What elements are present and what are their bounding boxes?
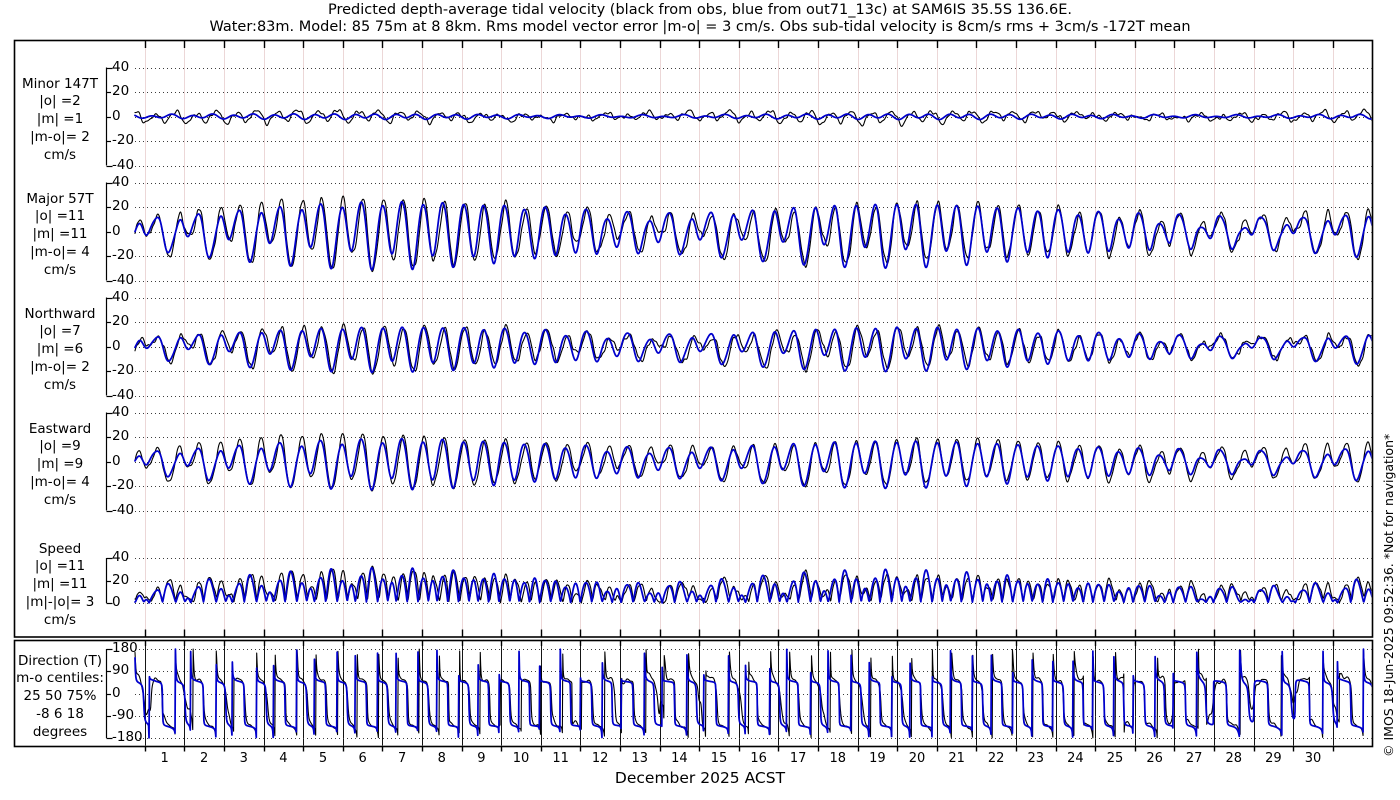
panel-label-line: |m| =6 bbox=[36, 341, 84, 358]
day-tick-label: 27 bbox=[1185, 751, 1203, 766]
day-tick-label: 6 bbox=[358, 751, 367, 766]
ytick-label-north: -20 bbox=[112, 362, 135, 378]
panel-label-line: cm/s bbox=[43, 376, 77, 393]
panel-label-line: |o| =2 bbox=[39, 93, 81, 110]
panel-label-line: degrees bbox=[32, 723, 88, 740]
panel-label-line: m-o centiles: bbox=[16, 670, 104, 687]
ytick-label-speed: 40 bbox=[112, 549, 130, 565]
imos-watermark: © IMOS 18-Jun-2025 09:52:36. *Not for na… bbox=[1381, 433, 1396, 757]
day-tick-label: 12 bbox=[591, 751, 609, 766]
day-tick-label: 8 bbox=[437, 751, 446, 766]
panel-label-line: |m| =1 bbox=[36, 111, 84, 128]
ytick-label-major: -20 bbox=[112, 247, 135, 263]
panel-label-line: Northward bbox=[24, 305, 96, 322]
tidal-velocity-figure: Predicted depth-average tidal velocity (… bbox=[0, 0, 1400, 800]
panel-label-line: |o| =9 bbox=[39, 438, 81, 455]
panel-label-minor: Minor 147T |o| =2 |m| =1 |m-o|= 2 cm/s bbox=[13, 76, 107, 165]
day-tick-label: 5 bbox=[318, 751, 328, 766]
panel-label-line: Speed bbox=[38, 540, 82, 557]
day-tick-label: 29 bbox=[1265, 751, 1282, 766]
ytick-label-east: -40 bbox=[112, 501, 135, 518]
panel-label-line: |m| =9 bbox=[36, 456, 84, 473]
day-tick-label: 26 bbox=[1146, 751, 1163, 766]
day-tick-label: 2 bbox=[200, 751, 209, 766]
day-tick-label: 30 bbox=[1304, 751, 1322, 766]
day-tick-label: 17 bbox=[789, 751, 807, 766]
ytick-label-east: -20 bbox=[112, 477, 135, 493]
day-tick-label: 16 bbox=[750, 751, 767, 766]
ytick-label-minor: 20 bbox=[112, 83, 130, 99]
panel-label-line: |m-o|= 4 bbox=[30, 473, 90, 490]
panel-label-line: Direction (T) bbox=[17, 652, 103, 669]
day-tick-label: 20 bbox=[908, 751, 926, 766]
day-tick-label: 24 bbox=[1067, 751, 1084, 766]
ytick-label-minor: -20 bbox=[112, 132, 135, 148]
panel-label-line: Eastward bbox=[28, 420, 92, 437]
panel-label-line: |o| =11 bbox=[34, 558, 86, 575]
tidal-plot-canvas bbox=[0, 0, 1400, 800]
ytick-label-direction: 180 bbox=[112, 640, 138, 656]
day-tick-label: 7 bbox=[398, 751, 407, 766]
ytick-label-north: 0 bbox=[112, 337, 121, 354]
panel-label-line: |m-o|= 2 bbox=[30, 128, 90, 145]
day-tick-label: 23 bbox=[1027, 751, 1045, 766]
ytick-label-north: 20 bbox=[112, 313, 130, 329]
panel-label-line: |m|-|o|= 3 bbox=[25, 593, 95, 610]
ytick-label-direction: 90 bbox=[112, 662, 130, 679]
ytick-label-major: -40 bbox=[112, 271, 135, 288]
day-tick-label: 9 bbox=[477, 751, 486, 766]
ytick-label-direction: -180 bbox=[112, 728, 143, 745]
ytick-label-direction: 0 bbox=[112, 684, 121, 701]
ytick-label-east: 40 bbox=[112, 403, 130, 420]
panel-label-line: cm/s bbox=[43, 146, 77, 163]
panel-label-line: cm/s bbox=[43, 261, 77, 278]
panel-label-line: 25 50 75% bbox=[23, 688, 97, 705]
ytick-label-east: 0 bbox=[112, 452, 121, 469]
panel-label-direction: Direction (T) m-o centiles: 25 50 75% -8 6 … bbox=[13, 653, 107, 742]
panel-label-line: -8 6 18 bbox=[36, 705, 84, 722]
ytick-label-major: 40 bbox=[112, 173, 130, 190]
panel-label-line: Major 57T bbox=[26, 190, 94, 207]
day-tick-label: 10 bbox=[512, 751, 530, 766]
panel-label-east: Eastward |o| =9 |m| =9 |m-o|= 4 cm/s bbox=[13, 421, 107, 510]
day-tick-label: 22 bbox=[987, 751, 1005, 766]
day-tick-label: 18 bbox=[829, 751, 847, 766]
ytick-label-east: 20 bbox=[112, 428, 130, 444]
panel-label-line: |m-o|= 4 bbox=[30, 243, 90, 260]
ytick-label-major: 0 bbox=[112, 222, 121, 239]
day-tick-label: 28 bbox=[1225, 751, 1243, 766]
day-tick-label: 15 bbox=[710, 751, 728, 766]
ytick-label-north: 40 bbox=[112, 288, 130, 305]
day-tick-label: 13 bbox=[631, 751, 649, 766]
day-tick-label: 19 bbox=[869, 751, 886, 766]
panel-label-north: Northward |o| =7 |m| =6 |m-o|= 2 cm/s bbox=[13, 306, 107, 395]
day-tick-label: 3 bbox=[239, 751, 248, 766]
ytick-label-major: 20 bbox=[112, 198, 130, 214]
panel-label-line: |o| =11 bbox=[34, 208, 86, 225]
ytick-label-speed: 20 bbox=[112, 571, 130, 588]
x-axis-title: December 2025 ACST bbox=[614, 769, 786, 787]
ytick-label-speed: 0 bbox=[112, 594, 121, 610]
panel-label-line: Minor 147T bbox=[21, 75, 99, 92]
day-tick-label: 25 bbox=[1106, 751, 1124, 766]
panel-label-line: |m| =11 bbox=[32, 226, 88, 243]
panel-label-speed: Speed |o| =11 |m| =11 |m|-|o|= 3 cm/s bbox=[13, 541, 107, 630]
ytick-label-minor: 40 bbox=[112, 58, 130, 75]
day-tick-label: 4 bbox=[279, 751, 288, 766]
day-tick-label: 21 bbox=[948, 751, 965, 766]
day-tick-label: 11 bbox=[552, 751, 569, 766]
ytick-label-minor: 0 bbox=[112, 107, 121, 124]
panel-label-line: |o| =7 bbox=[39, 323, 81, 340]
day-tick-label: 1 bbox=[160, 751, 169, 766]
panel-label-major: Major 57T |o| =11 |m| =11 |m-o|= 4 cm/s bbox=[13, 191, 107, 280]
panel-label-line: |m| =11 bbox=[32, 576, 88, 593]
ytick-label-direction: -90 bbox=[112, 706, 135, 723]
panel-label-line: cm/s bbox=[43, 611, 77, 628]
ytick-label-minor: -40 bbox=[112, 156, 135, 173]
panel-label-line: cm/s bbox=[43, 491, 77, 508]
panel-label-line: |m-o|= 2 bbox=[30, 358, 90, 375]
day-tick-label: 14 bbox=[671, 751, 688, 766]
ytick-label-north: -40 bbox=[112, 386, 135, 403]
